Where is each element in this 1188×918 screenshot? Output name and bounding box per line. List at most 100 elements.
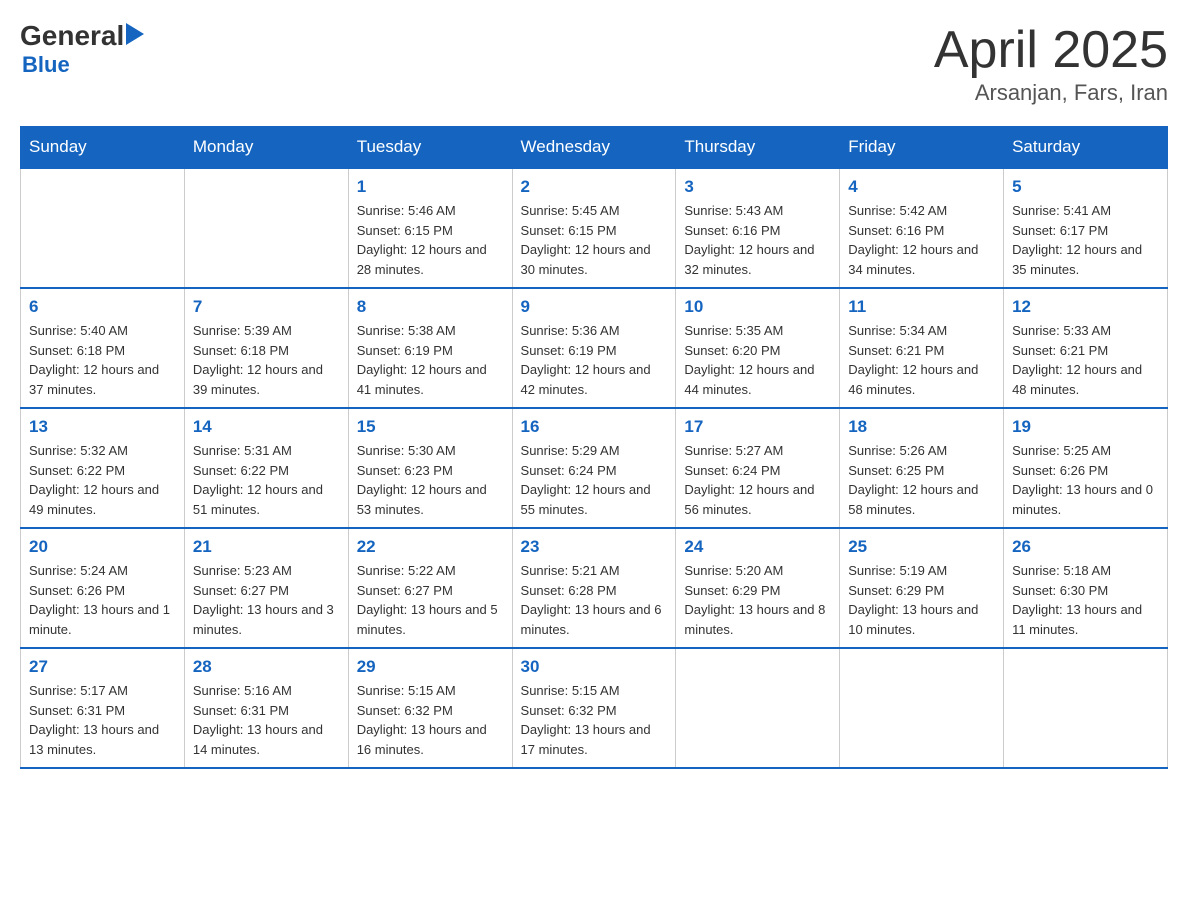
calendar-week-row: 6 Sunrise: 5:40 AMSunset: 6:18 PMDaylight… [21, 288, 1168, 408]
day-info: Sunrise: 5:38 AMSunset: 6:19 PMDaylight:… [357, 321, 504, 399]
day-info: Sunrise: 5:36 AMSunset: 6:19 PMDaylight:… [521, 321, 668, 399]
title-block: April 2025 Arsanjan, Fars, Iran [934, 20, 1168, 106]
header-wednesday: Wednesday [512, 127, 676, 169]
day-number: 6 [29, 297, 176, 317]
logo-general: General [20, 20, 124, 52]
day-number: 13 [29, 417, 176, 437]
table-row [840, 648, 1004, 768]
table-row: 16 Sunrise: 5:29 AMSunset: 6:24 PMDayligh… [512, 408, 676, 528]
page-title: April 2025 [934, 20, 1168, 80]
header-saturday: Saturday [1004, 127, 1168, 169]
calendar-week-row: 20 Sunrise: 5:24 AMSunset: 6:26 PMDayligh… [21, 528, 1168, 648]
day-info: Sunrise: 5:27 AMSunset: 6:24 PMDaylight:… [684, 441, 831, 519]
day-info: Sunrise: 5:22 AMSunset: 6:27 PMDaylight:… [357, 561, 504, 639]
day-info: Sunrise: 5:15 AMSunset: 6:32 PMDaylight:… [521, 681, 668, 759]
day-info: Sunrise: 5:41 AMSunset: 6:17 PMDaylight:… [1012, 201, 1159, 279]
header-thursday: Thursday [676, 127, 840, 169]
day-number: 3 [684, 177, 831, 197]
table-row: 6 Sunrise: 5:40 AMSunset: 6:18 PMDaylight… [21, 288, 185, 408]
day-number: 15 [357, 417, 504, 437]
table-row: 1 Sunrise: 5:46 AMSunset: 6:15 PMDaylight… [348, 168, 512, 288]
day-number: 28 [193, 657, 340, 677]
day-number: 1 [357, 177, 504, 197]
day-number: 8 [357, 297, 504, 317]
day-info: Sunrise: 5:20 AMSunset: 6:29 PMDaylight:… [684, 561, 831, 639]
table-row: 24 Sunrise: 5:20 AMSunset: 6:29 PMDayligh… [676, 528, 840, 648]
day-info: Sunrise: 5:42 AMSunset: 6:16 PMDaylight:… [848, 201, 995, 279]
header-tuesday: Tuesday [348, 127, 512, 169]
day-number: 25 [848, 537, 995, 557]
table-row: 17 Sunrise: 5:27 AMSunset: 6:24 PMDayligh… [676, 408, 840, 528]
day-number: 4 [848, 177, 995, 197]
day-info: Sunrise: 5:45 AMSunset: 6:15 PMDaylight:… [521, 201, 668, 279]
table-row: 2Sunrise: 5:45 AMSunset: 6:15 PMDaylight… [512, 168, 676, 288]
table-row: 19Sunrise: 5:25 AMSunset: 6:26 PMDayligh… [1004, 408, 1168, 528]
day-info: Sunrise: 5:40 AMSunset: 6:18 PMDaylight:… [29, 321, 176, 399]
day-info: Sunrise: 5:29 AMSunset: 6:24 PMDaylight:… [521, 441, 668, 519]
day-info: Sunrise: 5:19 AMSunset: 6:29 PMDaylight:… [848, 561, 995, 639]
day-info: Sunrise: 5:17 AMSunset: 6:31 PMDaylight:… [29, 681, 176, 759]
calendar-week-row: 13 Sunrise: 5:32 AMSunset: 6:22 PMDayligh… [21, 408, 1168, 528]
table-row: 28Sunrise: 5:16 AMSunset: 6:31 PMDayligh… [184, 648, 348, 768]
calendar-week-row: 1 Sunrise: 5:46 AMSunset: 6:15 PMDaylight… [21, 168, 1168, 288]
day-info: Sunrise: 5:30 AMSunset: 6:23 PMDaylight:… [357, 441, 504, 519]
day-number: 23 [521, 537, 668, 557]
day-info: Sunrise: 5:32 AMSunset: 6:22 PMDaylight:… [29, 441, 176, 519]
day-info: Sunrise: 5:39 AMSunset: 6:18 PMDaylight:… [193, 321, 340, 399]
header-monday: Monday [184, 127, 348, 169]
day-number: 17 [684, 417, 831, 437]
table-row [1004, 648, 1168, 768]
day-info: Sunrise: 5:15 AMSunset: 6:32 PMDaylight:… [357, 681, 504, 759]
logo: General Blue [20, 20, 144, 78]
day-info: Sunrise: 5:46 AMSunset: 6:15 PMDaylight:… [357, 201, 504, 279]
day-info: Sunrise: 5:34 AMSunset: 6:21 PMDaylight:… [848, 321, 995, 399]
day-number: 16 [521, 417, 668, 437]
day-info: Sunrise: 5:21 AMSunset: 6:28 PMDaylight:… [521, 561, 668, 639]
table-row: 9 Sunrise: 5:36 AMSunset: 6:19 PMDaylight… [512, 288, 676, 408]
table-row: 30 Sunrise: 5:15 AMSunset: 6:32 PMDayligh… [512, 648, 676, 768]
day-info: Sunrise: 5:24 AMSunset: 6:26 PMDaylight:… [29, 561, 176, 639]
table-row: 23 Sunrise: 5:21 AMSunset: 6:28 PMDayligh… [512, 528, 676, 648]
table-row: 13 Sunrise: 5:32 AMSunset: 6:22 PMDayligh… [21, 408, 185, 528]
calendar-header-row: Sunday Monday Tuesday Wednesday Thursday… [21, 127, 1168, 169]
day-number: 7 [193, 297, 340, 317]
day-number: 21 [193, 537, 340, 557]
table-row: 15 Sunrise: 5:30 AMSunset: 6:23 PMDayligh… [348, 408, 512, 528]
table-row [184, 168, 348, 288]
day-number: 10 [684, 297, 831, 317]
table-row: 3Sunrise: 5:43 AMSunset: 6:16 PMDaylight… [676, 168, 840, 288]
table-row: 20 Sunrise: 5:24 AMSunset: 6:26 PMDayligh… [21, 528, 185, 648]
table-row: 10Sunrise: 5:35 AMSunset: 6:20 PMDayligh… [676, 288, 840, 408]
table-row: 4 Sunrise: 5:42 AMSunset: 6:16 PMDaylight… [840, 168, 1004, 288]
table-row: 7 Sunrise: 5:39 AMSunset: 6:18 PMDaylight… [184, 288, 348, 408]
header-sunday: Sunday [21, 127, 185, 169]
logo-blue: Blue [22, 52, 144, 78]
table-row: 22Sunrise: 5:22 AMSunset: 6:27 PMDayligh… [348, 528, 512, 648]
day-number: 11 [848, 297, 995, 317]
day-number: 5 [1012, 177, 1159, 197]
day-info: Sunrise: 5:26 AMSunset: 6:25 PMDaylight:… [848, 441, 995, 519]
day-number: 20 [29, 537, 176, 557]
calendar-week-row: 27 Sunrise: 5:17 AMSunset: 6:31 PMDayligh… [21, 648, 1168, 768]
day-number: 14 [193, 417, 340, 437]
day-number: 27 [29, 657, 176, 677]
day-number: 19 [1012, 417, 1159, 437]
day-number: 18 [848, 417, 995, 437]
table-row: 25 Sunrise: 5:19 AMSunset: 6:29 PMDayligh… [840, 528, 1004, 648]
table-row: 18 Sunrise: 5:26 AMSunset: 6:25 PMDayligh… [840, 408, 1004, 528]
table-row: 21 Sunrise: 5:23 AMSunset: 6:27 PMDayligh… [184, 528, 348, 648]
header-friday: Friday [840, 127, 1004, 169]
day-number: 26 [1012, 537, 1159, 557]
day-number: 30 [521, 657, 668, 677]
day-number: 24 [684, 537, 831, 557]
table-row [676, 648, 840, 768]
day-info: Sunrise: 5:31 AMSunset: 6:22 PMDaylight:… [193, 441, 340, 519]
day-number: 9 [521, 297, 668, 317]
table-row: 26 Sunrise: 5:18 AMSunset: 6:30 PMDayligh… [1004, 528, 1168, 648]
day-info: Sunrise: 5:23 AMSunset: 6:27 PMDaylight:… [193, 561, 340, 639]
table-row: 11 Sunrise: 5:34 AMSunset: 6:21 PMDayligh… [840, 288, 1004, 408]
table-row [21, 168, 185, 288]
logo-arrow-icon [126, 23, 144, 45]
calendar-table: Sunday Monday Tuesday Wednesday Thursday… [20, 126, 1168, 769]
day-info: Sunrise: 5:18 AMSunset: 6:30 PMDaylight:… [1012, 561, 1159, 639]
